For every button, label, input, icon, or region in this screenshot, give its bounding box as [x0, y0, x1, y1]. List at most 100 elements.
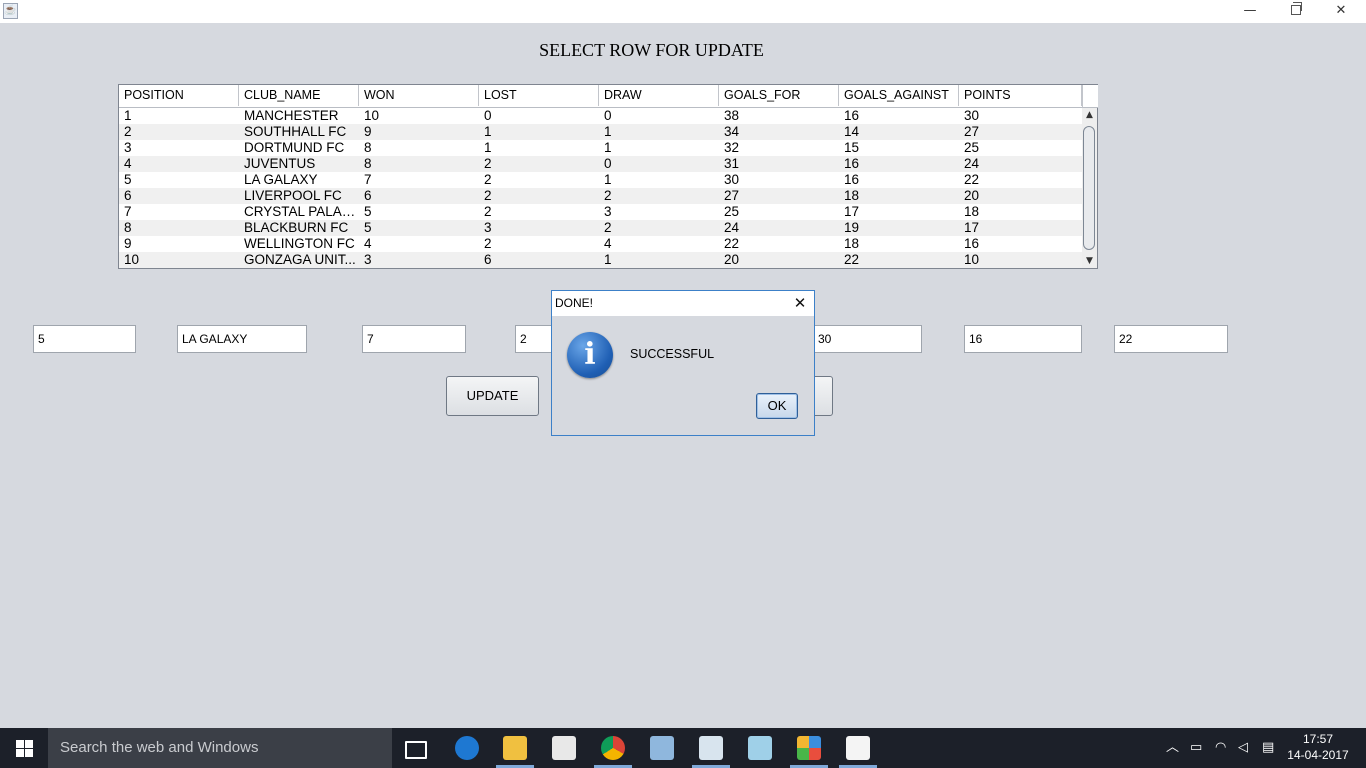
- table-cell[interactable]: SOUTHHALL FC: [239, 124, 359, 140]
- store-icon[interactable]: [552, 736, 576, 760]
- table-cell[interactable]: 38: [719, 108, 839, 124]
- system-clock[interactable]: 17:57 14-04-2017: [1286, 731, 1350, 763]
- column-header-goals-against[interactable]: GOALS_AGAINST: [839, 85, 959, 106]
- start-button[interactable]: [0, 728, 48, 768]
- table-cell[interactable]: 16: [839, 172, 959, 188]
- table-cell[interactable]: 2: [599, 188, 719, 204]
- taskbar-search-box[interactable]: Search the web and Windows: [48, 728, 392, 768]
- table-row[interactable]: 9 WELLINGTON FC 4 2 4 22 18 16: [119, 236, 1082, 252]
- table-cell[interactable]: JUVENTUS: [239, 156, 359, 172]
- table-cell[interactable]: 8: [359, 156, 479, 172]
- column-header-lost[interactable]: LOST: [479, 85, 599, 106]
- table-cell[interactable]: 6: [119, 188, 239, 204]
- git-tool-icon[interactable]: [797, 736, 821, 760]
- table-cell[interactable]: 4: [359, 236, 479, 252]
- table-cell[interactable]: 3: [599, 204, 719, 220]
- table-cell[interactable]: 32: [719, 140, 839, 156]
- table-cell[interactable]: 1: [599, 252, 719, 268]
- table-row[interactable]: 2 SOUTHHALL FC 9 1 1 34 14 27: [119, 124, 1082, 140]
- club-name-field[interactable]: LA GALAXY: [177, 325, 307, 353]
- table-cell[interactable]: 18: [959, 204, 1082, 220]
- table-cell[interactable]: 3: [479, 220, 599, 236]
- table-cell[interactable]: 22: [959, 172, 1082, 188]
- table-cell[interactable]: 1: [599, 140, 719, 156]
- battery-icon[interactable]: ▭: [1190, 728, 1202, 768]
- task-view-icon[interactable]: [405, 741, 427, 759]
- table-cell[interactable]: 2: [479, 236, 599, 252]
- table-cell[interactable]: 4: [119, 156, 239, 172]
- table-cell[interactable]: 22: [839, 252, 959, 268]
- table-cell[interactable]: 22: [719, 236, 839, 252]
- close-window-button[interactable]: ✕: [1318, 0, 1364, 23]
- scroll-up-arrow-icon[interactable]: ▲: [1082, 108, 1097, 122]
- scrollbar-thumb[interactable]: [1083, 126, 1095, 250]
- table-cell[interactable]: 8: [359, 140, 479, 156]
- table-cell[interactable]: CRYSTAL PALACE: [239, 204, 359, 220]
- table-cell[interactable]: 24: [959, 156, 1082, 172]
- table-cell[interactable]: 24: [719, 220, 839, 236]
- won-field[interactable]: 7: [362, 325, 466, 353]
- table-cell[interactable]: 18: [839, 188, 959, 204]
- table-cell[interactable]: 5: [359, 220, 479, 236]
- table-cell[interactable]: 6: [359, 188, 479, 204]
- file-explorer-icon[interactable]: [503, 736, 527, 760]
- table-cell[interactable]: 2: [119, 124, 239, 140]
- wifi-icon[interactable]: ◠: [1215, 728, 1226, 768]
- table-row[interactable]: 8 BLACKBURN FC 5 3 2 24 19 17: [119, 220, 1082, 236]
- notifications-icon[interactable]: ▤: [1262, 728, 1274, 768]
- table-cell[interactable]: 7: [119, 204, 239, 220]
- java-taskbar-icon[interactable]: [846, 736, 870, 760]
- column-header-won[interactable]: WON: [359, 85, 479, 106]
- table-row[interactable]: 10 GONZAGA UNIT... 3 6 1 20 22 10: [119, 252, 1082, 268]
- scroll-down-arrow-icon[interactable]: ▼: [1082, 254, 1097, 268]
- table-cell[interactable]: 31: [719, 156, 839, 172]
- table-cell[interactable]: 20: [959, 188, 1082, 204]
- table-cell[interactable]: 16: [839, 108, 959, 124]
- goals-for-field[interactable]: 30: [813, 325, 922, 353]
- table-cell[interactable]: 30: [719, 172, 839, 188]
- table-cell[interactable]: GONZAGA UNIT...: [239, 252, 359, 268]
- virtual-box-icon[interactable]: [650, 736, 674, 760]
- table-cell[interactable]: MANCHESTER: [239, 108, 359, 124]
- table-cell[interactable]: 4: [599, 236, 719, 252]
- table-cell[interactable]: 27: [719, 188, 839, 204]
- table-cell[interactable]: 6: [479, 252, 599, 268]
- position-field[interactable]: 5: [33, 325, 136, 353]
- table-cell[interactable]: 2: [599, 220, 719, 236]
- notes-app-icon[interactable]: [748, 736, 772, 760]
- table-cell[interactable]: 1: [119, 108, 239, 124]
- table-cell[interactable]: 17: [839, 204, 959, 220]
- table-cell[interactable]: 25: [719, 204, 839, 220]
- table-cell[interactable]: DORTMUND FC: [239, 140, 359, 156]
- table-cell[interactable]: 1: [599, 124, 719, 140]
- table-row[interactable]: 3 DORTMUND FC 8 1 1 32 15 25: [119, 140, 1082, 156]
- column-header-points[interactable]: POINTS: [959, 85, 1082, 106]
- table-cell[interactable]: 15: [839, 140, 959, 156]
- table-cell[interactable]: 14: [839, 124, 959, 140]
- table-cell[interactable]: 1: [599, 172, 719, 188]
- table-row[interactable]: 1 MANCHESTER 10 0 0 38 16 30: [119, 108, 1082, 124]
- table-vertical-scrollbar[interactable]: ▲ ▼: [1082, 108, 1097, 268]
- table-cell[interactable]: 5: [359, 204, 479, 220]
- table-cell[interactable]: 34: [719, 124, 839, 140]
- table-cell[interactable]: 2: [479, 188, 599, 204]
- ok-button[interactable]: OK: [756, 393, 798, 419]
- table-cell[interactable]: 9: [119, 236, 239, 252]
- table-row[interactable]: 6 LIVERPOOL FC 6 2 2 27 18 20: [119, 188, 1082, 204]
- table-cell[interactable]: 0: [599, 108, 719, 124]
- restore-button[interactable]: [1273, 0, 1319, 23]
- lost-field[interactable]: 2: [515, 325, 555, 353]
- update-button[interactable]: UPDATE: [446, 376, 539, 416]
- points-field[interactable]: 22: [1114, 325, 1228, 353]
- table-cell[interactable]: 16: [959, 236, 1082, 252]
- table-cell[interactable]: 0: [599, 156, 719, 172]
- column-header-club-name[interactable]: CLUB_NAME: [239, 85, 359, 106]
- table-cell[interactable]: 1: [479, 124, 599, 140]
- minimize-button[interactable]: —: [1227, 0, 1273, 23]
- table-cell[interactable]: 8: [119, 220, 239, 236]
- table-row[interactable]: 5 LA GALAXY 7 2 1 30 16 22: [119, 172, 1082, 188]
- table-cell[interactable]: 10: [959, 252, 1082, 268]
- table-cell[interactable]: 7: [359, 172, 479, 188]
- table-cell[interactable]: 2: [479, 204, 599, 220]
- table-cell[interactable]: 1: [479, 140, 599, 156]
